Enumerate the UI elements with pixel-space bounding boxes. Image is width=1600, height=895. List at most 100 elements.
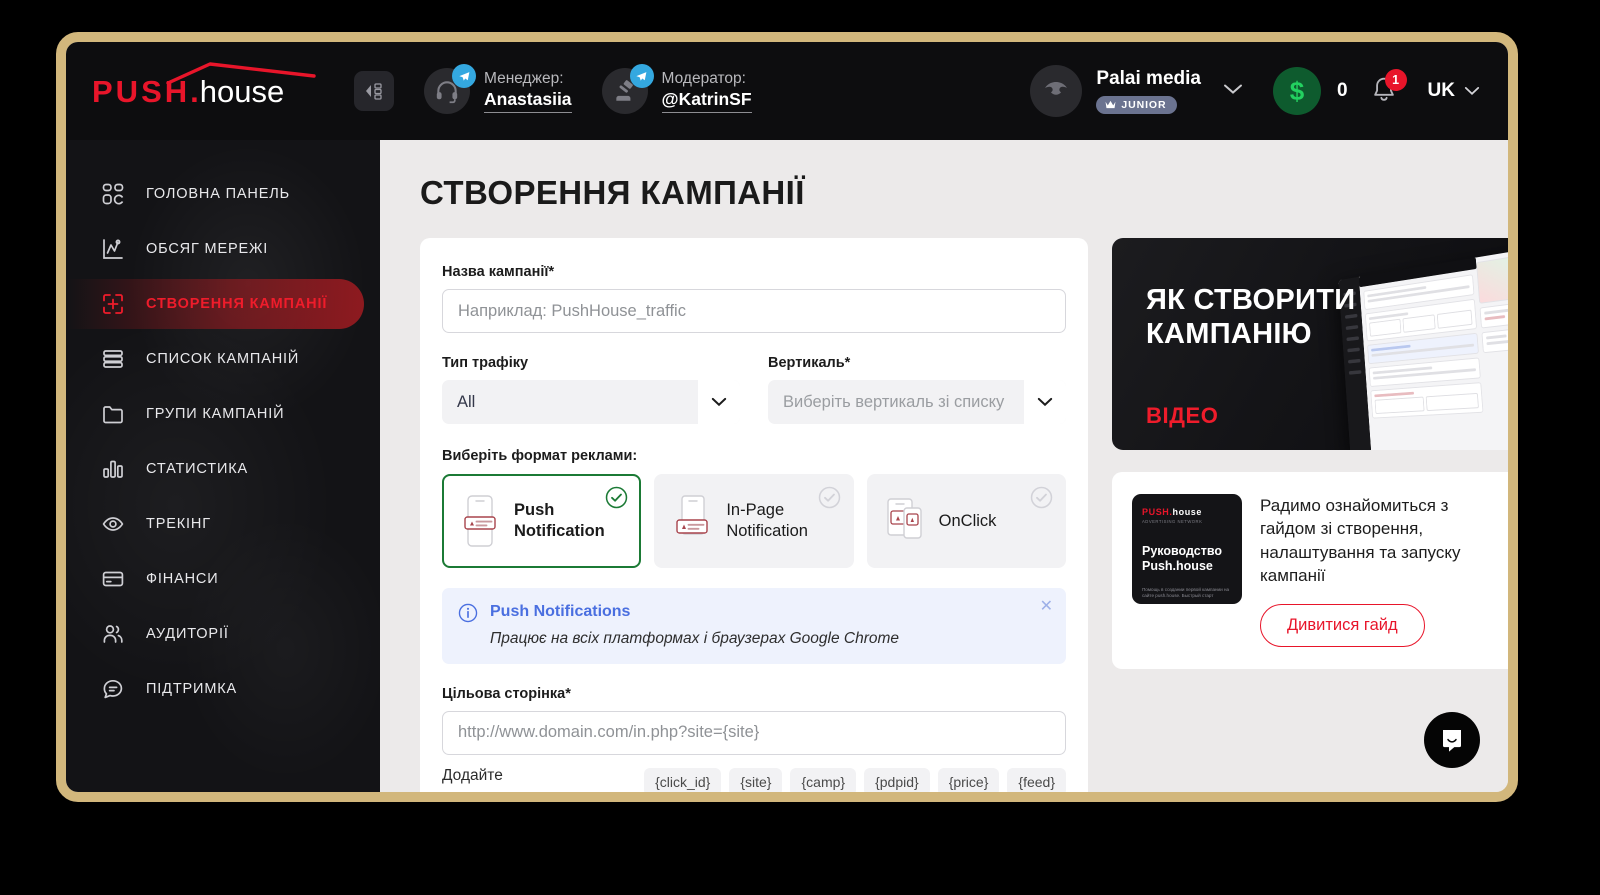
- dollar-icon: $: [1272, 67, 1321, 115]
- chevron-down-icon[interactable]: [698, 380, 740, 424]
- guide-thumb-logo-red: PUSH.: [1142, 507, 1173, 517]
- chart-line-icon: [100, 236, 126, 262]
- manager-name-link[interactable]: Anastasiia: [484, 89, 572, 113]
- check-circle-icon: [818, 486, 841, 509]
- macro-tag[interactable]: {click_id}: [644, 767, 722, 792]
- manager-block[interactable]: Менеджер: Anastasiia: [424, 64, 572, 114]
- chevron-down-icon[interactable]: [1223, 82, 1243, 100]
- sidebar-collapse-icon: [366, 83, 382, 100]
- sidebar-item-campaign-list[interactable]: СПИСОК КАМПАНІЙ: [66, 334, 364, 384]
- format-option-label: Push Notification: [514, 501, 605, 540]
- user-avatar-icon: [1045, 82, 1068, 95]
- macros-help-link[interactable]: Що це?: [510, 789, 567, 792]
- sidebar-item-label: ПІДТРИМКА: [146, 681, 238, 697]
- info-circle-icon: [458, 603, 480, 648]
- account-tier-badge: JUNIOR: [1096, 95, 1178, 114]
- campaign-form-card: Назва кампанії* Тип трафіку All: [420, 238, 1088, 792]
- balance-block[interactable]: $ 0: [1272, 67, 1348, 115]
- sidebar-collapse-button[interactable]: [354, 71, 394, 111]
- chevron-down-icon[interactable]: [1024, 380, 1066, 424]
- macros-label: Додайте макроси:: [442, 766, 506, 792]
- account-tier-label: JUNIOR: [1121, 98, 1167, 111]
- guide-thumb-footer: Помощь в создании первой кампании на сай…: [1142, 586, 1230, 599]
- sidebar-item-campaign-groups[interactable]: ГРУПИ КАМПАНІЙ: [66, 389, 364, 439]
- sidebar-item-tracking[interactable]: ТРЕКІНГ: [66, 499, 364, 549]
- account-switcher[interactable]: Palai media JUNIOR: [1030, 65, 1243, 117]
- guide-thumbnail: PUSH.house ADVERTISING NETWORK Руководст…: [1132, 494, 1242, 604]
- vertical-value: Виберіть вертикаль зі списку: [783, 392, 1005, 411]
- brand-logo[interactable]: PUSH.house: [92, 61, 328, 107]
- macro-tag[interactable]: {camp}: [790, 767, 857, 792]
- moderator-block[interactable]: Модератор: @KatrinSF: [601, 64, 752, 114]
- crown-icon: [1105, 101, 1116, 109]
- macros-section: Додайте макроси: Що це? {click_id} {site…: [442, 766, 1066, 792]
- format-option-label: OnClick: [938, 511, 997, 530]
- guide-thumb-tagline: ADVERTISING NETWORK: [1142, 519, 1203, 524]
- sidebar-item-label: АУДИТОРІЇ: [146, 626, 229, 642]
- sidebar-item-label: СПИСОК КАМПАНІЙ: [146, 351, 300, 367]
- check-circle-icon: [605, 486, 628, 509]
- sidebar-item-audiences[interactable]: АУДИТОРІЇ: [66, 609, 364, 659]
- inpage-banner-icon: [670, 494, 714, 548]
- video-promo-card[interactable]: ЯК СТВОРИТИ КАМПАНІЮ ВІДЕО: [1112, 238, 1508, 450]
- campaign-name-input[interactable]: [442, 289, 1066, 333]
- users-icon: [100, 621, 126, 647]
- vertical-select[interactable]: Виберіть вертикаль зі списку: [768, 380, 1066, 424]
- traffic-type-label: Тип трафіку: [442, 355, 529, 371]
- roof-icon: [166, 61, 316, 84]
- language-switcher[interactable]: UK: [1428, 80, 1480, 102]
- format-option-label: In-Page Notification: [726, 501, 808, 540]
- language-value: UK: [1427, 80, 1455, 101]
- video-subtitle: ВІДЕО: [1146, 403, 1219, 428]
- format-option-inpage[interactable]: In-Page Notification: [654, 474, 854, 568]
- format-info-notice: Push Notifications Працює на всіх платфо…: [442, 588, 1066, 664]
- ad-format-options: Push Notification In-Page Notification O…: [442, 474, 1066, 568]
- macro-tag[interactable]: {pdpid}: [864, 767, 930, 792]
- intercom-chat-icon: [1443, 730, 1461, 752]
- sidebar-item-label: СТВОРЕННЯ КАМПАНІЇ: [146, 296, 328, 312]
- sidebar: ГОЛОВНА ПАНЕЛЬ ОБСЯГ МЕРЕЖІ СТВОРЕННЯ КА…: [66, 140, 380, 792]
- chat-widget-button[interactable]: [1424, 712, 1480, 768]
- account-name: Palai media: [1096, 67, 1201, 89]
- content-row: Назва кампанії* Тип трафіку All: [420, 238, 1508, 792]
- chat-support-icon: [100, 676, 126, 702]
- close-icon[interactable]: ✕: [1040, 599, 1053, 615]
- moderator-role-label: Модератор:: [661, 70, 746, 88]
- macro-tag[interactable]: {feed}: [1007, 767, 1066, 792]
- bar-chart-icon: [100, 456, 126, 482]
- sidebar-item-support[interactable]: ПІДТРИМКА: [66, 664, 364, 714]
- macro-tag[interactable]: {price}: [937, 767, 1000, 792]
- dashboard-grid-icon: [100, 181, 126, 207]
- traffic-type-select[interactable]: All: [442, 380, 740, 424]
- traffic-type-value: All: [457, 392, 476, 411]
- moderator-name-link[interactable]: @KatrinSF: [661, 89, 752, 113]
- format-option-push[interactable]: Push Notification: [442, 474, 642, 568]
- manager-avatar: [424, 64, 476, 114]
- notifications-button[interactable]: 1: [1370, 69, 1407, 107]
- format-option-onclick[interactable]: OnClick: [866, 474, 1066, 568]
- notice-title: Push Notifications: [490, 603, 631, 620]
- main-content: СТВОРЕННЯ КАМПАНІЇ Назва кампанії* Тип т…: [380, 140, 1508, 792]
- sidebar-item-network-volume[interactable]: ОБСЯГ МЕРЕЖІ: [66, 224, 364, 274]
- landing-page-input[interactable]: [442, 710, 1066, 755]
- sidebar-item-label: ГРУПИ КАМПАНІЙ: [146, 406, 285, 422]
- watch-guide-button[interactable]: Дивитися гайд: [1260, 603, 1425, 647]
- macro-tag[interactable]: {site}: [729, 767, 783, 792]
- telegram-icon: [629, 64, 654, 88]
- telegram-icon: [452, 64, 476, 88]
- sidebar-item-label: СТАТИСТИКА: [146, 461, 249, 477]
- plus-square-icon: [100, 291, 126, 317]
- sidebar-item-label: ГОЛОВНА ПАНЕЛЬ: [146, 186, 290, 202]
- sidebar-item-finance[interactable]: ФІНАНСИ: [66, 554, 364, 604]
- sidebar-item-dashboard[interactable]: ГОЛОВНА ПАНЕЛЬ: [66, 169, 364, 219]
- guide-description: Радимо ознайомиться з гайдом зі створенн…: [1260, 496, 1461, 586]
- guide-thumb-logo-white: house: [1172, 507, 1203, 517]
- list-rows-icon: [100, 346, 126, 372]
- video-title: ЯК СТВОРИТИ КАМПАНІЮ: [1146, 284, 1356, 350]
- eye-icon: [100, 511, 126, 537]
- sidebar-item-create-campaign[interactable]: СТВОРЕННЯ КАМПАНІЇ: [66, 279, 364, 329]
- vertical-label: Вертикаль*: [768, 355, 851, 371]
- sidebar-item-statistics[interactable]: СТАТИСТИКА: [66, 444, 364, 494]
- manager-role-label: Менеджер:: [484, 70, 564, 88]
- macros-tag-list: {click_id} {site} {camp} {pdpid} {price}…: [570, 766, 1066, 792]
